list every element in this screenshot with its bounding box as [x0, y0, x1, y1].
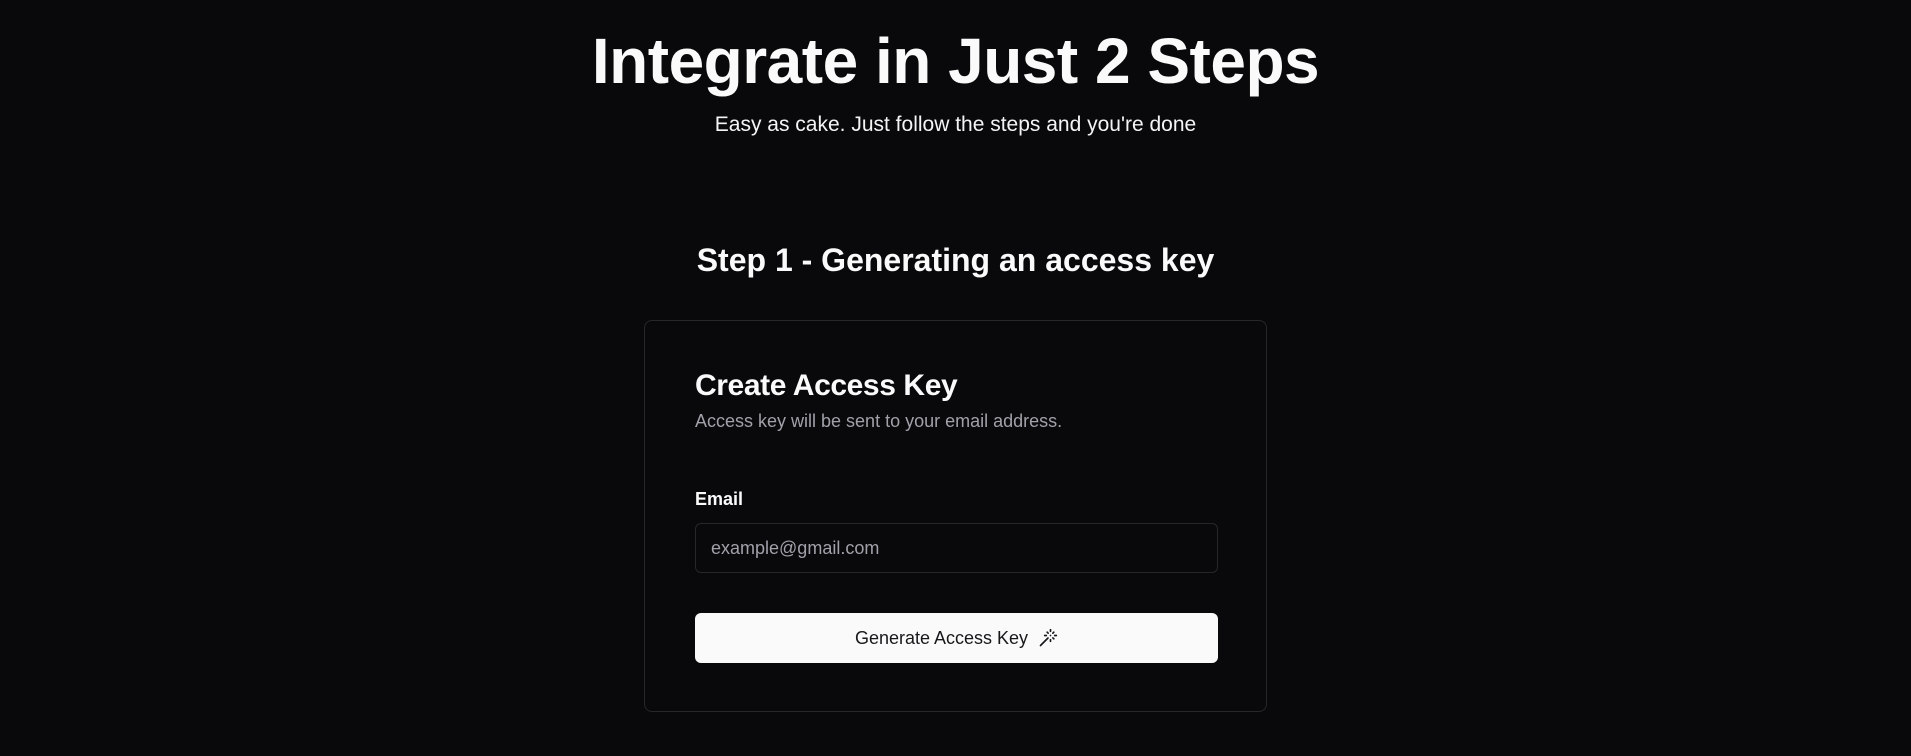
step-title: Step 1 - Generating an access key — [696, 242, 1215, 278]
email-field[interactable] — [695, 523, 1218, 573]
magic-wand-icon — [1038, 628, 1058, 648]
page-subtitle: Easy as cake. Just follow the steps and … — [714, 113, 1197, 136]
page-title: Integrate in Just 2 Steps — [591, 25, 1320, 97]
generate-button-label: Generate Access Key — [854, 627, 1029, 648]
card-title: Create Access Key — [695, 369, 958, 402]
card-description: Access key will be sent to your email ad… — [695, 411, 1063, 431]
page: Integrate in Just 2 Steps Easy as cake. … — [0, 0, 1911, 756]
generate-access-key-button[interactable]: Generate Access Key — [695, 613, 1218, 663]
email-label: Email — [695, 489, 744, 509]
create-access-key-card: Create Access Key Access key will be sen… — [644, 320, 1267, 712]
